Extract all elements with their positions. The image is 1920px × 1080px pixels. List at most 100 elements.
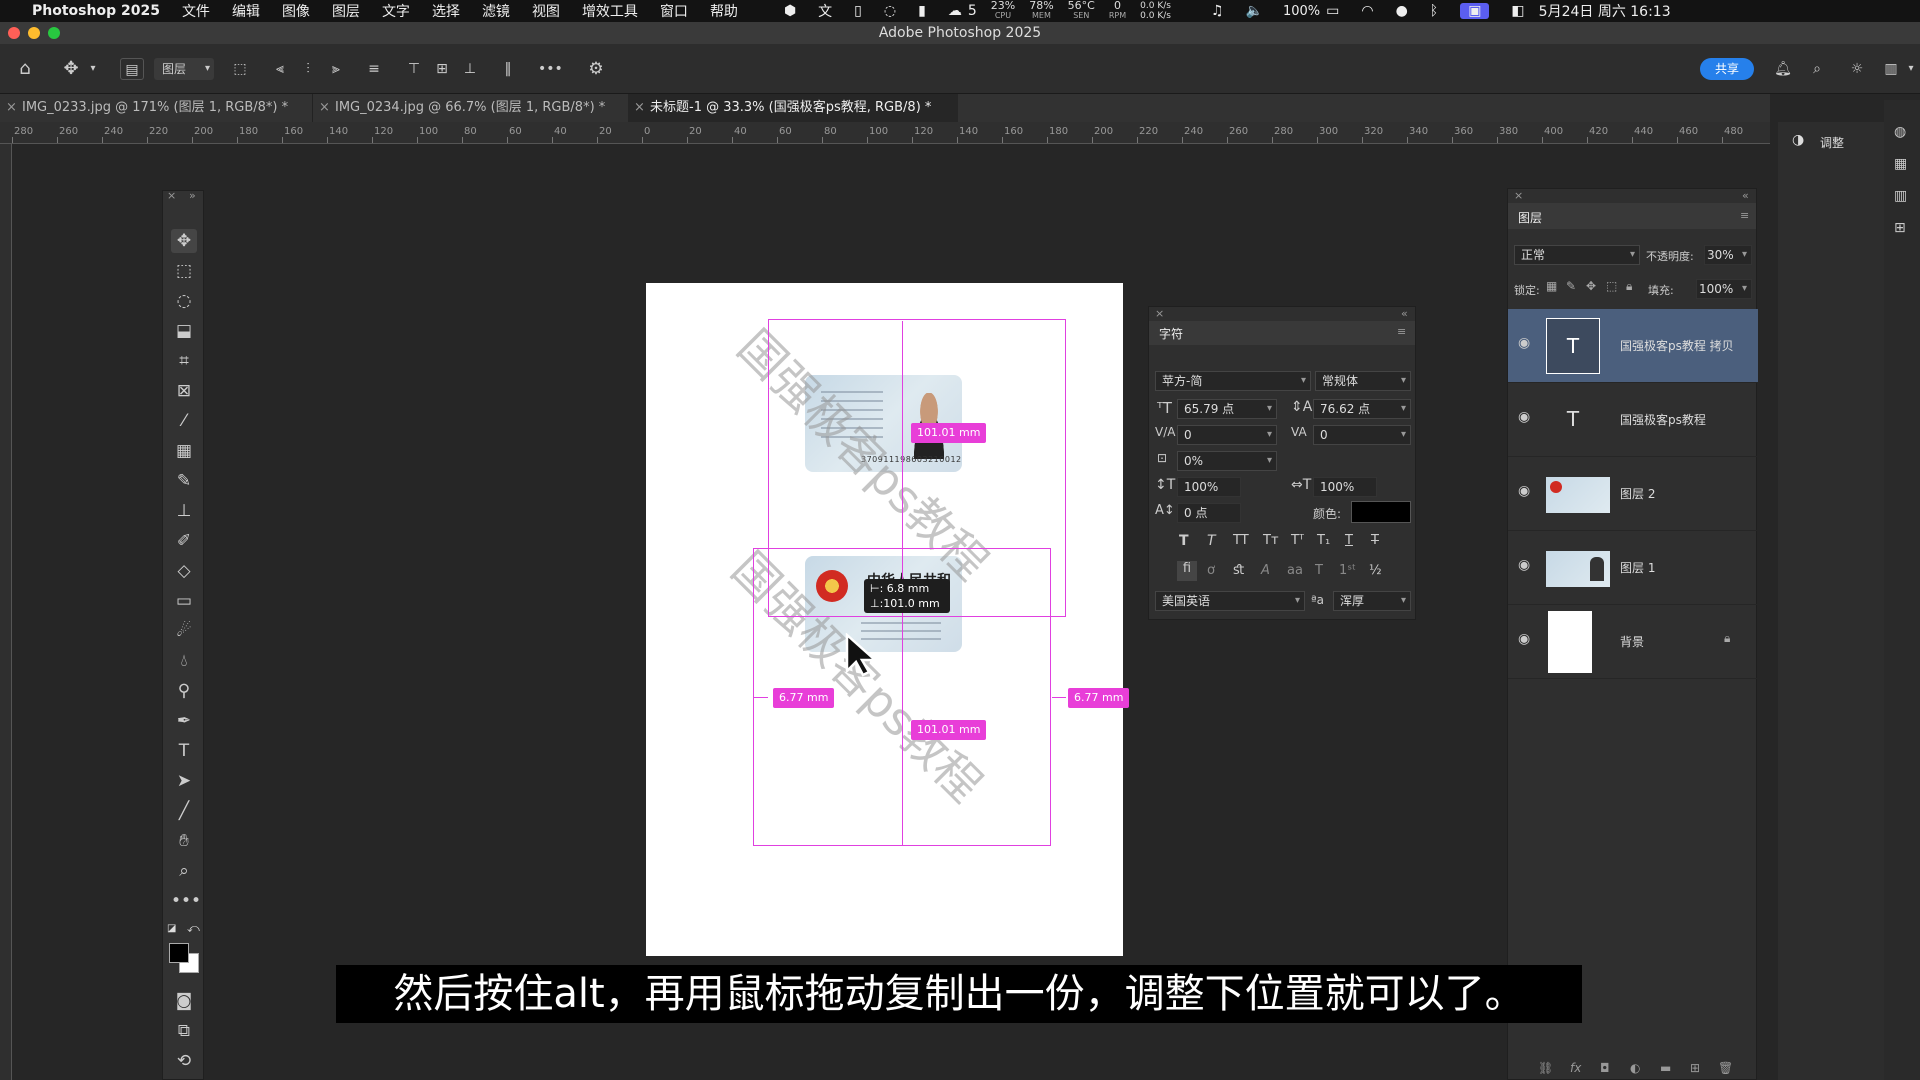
fill-input[interactable]: 100% ▾: [1696, 279, 1752, 299]
menu-plugins[interactable]: 增效工具: [582, 1, 638, 21]
workspace-chevron-icon[interactable]: ▾: [1904, 58, 1918, 80]
discover-lightbulb-icon[interactable]: ☼: [1846, 58, 1868, 80]
adjustments-panel-icon[interactable]: ◑: [1792, 132, 1804, 148]
move-tool-chevron-icon[interactable]: ▾: [86, 58, 100, 80]
strikethrough-icon[interactable]: T: [1371, 533, 1379, 548]
horizontal-scale-input[interactable]: 100%: [1313, 477, 1377, 497]
link-layers-icon[interactable]: ⛓: [1538, 1061, 1553, 1075]
close-tab-icon[interactable]: ×: [634, 94, 645, 122]
menu-layer[interactable]: 图层: [332, 1, 360, 21]
all-caps-icon[interactable]: TT: [1233, 533, 1249, 548]
font-size-input[interactable]: 65.79 点 ▾: [1177, 399, 1277, 419]
visibility-eye-icon[interactable]: ◉: [1518, 631, 1530, 647]
char-panel-title[interactable]: 字符: [1159, 325, 1183, 342]
more-tools-icon[interactable]: •••: [171, 889, 201, 913]
move-tool-icon[interactable]: ✥: [171, 229, 197, 253]
layer-name[interactable]: 国强极客ps教程: [1620, 411, 1706, 428]
gradients-icon[interactable]: ▥: [1894, 188, 1907, 204]
quick-mask-icon[interactable]: ◙: [171, 989, 197, 1013]
close-tab-icon[interactable]: ×: [319, 94, 330, 122]
line-tool-icon[interactable]: ╱: [171, 799, 197, 823]
eyedropper-tool-icon[interactable]: ⁄: [171, 409, 197, 433]
ordinals-icon[interactable]: 1ˢᵗ: [1339, 563, 1356, 578]
default-colors-icon[interactable]: ◪: [167, 923, 176, 934]
menu-filter[interactable]: 滤镜: [482, 1, 510, 21]
blur-tool-icon[interactable]: 💧︎: [171, 649, 197, 673]
adjustment-layer-icon[interactable]: ◐: [1630, 1061, 1640, 1075]
char-panel-menu-icon[interactable]: ≡: [1397, 325, 1406, 338]
align-vcenter-icon[interactable]: ⊞: [432, 58, 452, 80]
crop-tool-icon[interactable]: ⌗: [171, 349, 197, 373]
target-select[interactable]: 图层 ▾: [154, 58, 214, 80]
stylistic-alt-icon[interactable]: aa: [1287, 563, 1303, 578]
workspace-icon[interactable]: ▥: [1880, 58, 1902, 80]
gradient-tool-icon[interactable]: ▭: [171, 589, 197, 613]
music-icon[interactable]: ♫: [1211, 3, 1224, 19]
tab-untitled-1[interactable]: × 未标题-1 @ 33.3% (国强极客ps教程, RGB/8) *: [628, 94, 958, 122]
hand-tool-icon[interactable]: ✋︎: [171, 829, 197, 853]
document-canvas[interactable]: 370911198603210012 中华人民共和国 证 国强极客ps教程 国强…: [646, 283, 1130, 956]
lock-all-icon[interactable]: 🔒︎: [1626, 279, 1632, 294]
char-panel-close-icon[interactable]: ×: [1155, 307, 1164, 320]
char-panel-collapse-icon[interactable]: «: [1401, 307, 1408, 320]
close-tab-icon[interactable]: ×: [6, 94, 17, 122]
bell-icon[interactable]: 🔔︎: [1772, 58, 1794, 80]
visibility-eye-icon[interactable]: ◉: [1518, 557, 1530, 573]
close-window-icon[interactable]: [8, 27, 20, 39]
edit-toolbar-icon[interactable]: ⟲: [171, 1049, 197, 1073]
foreground-color-swatch[interactable]: [169, 943, 189, 963]
align-hcenter-icon[interactable]: ⫶: [298, 58, 318, 80]
menu-image[interactable]: 图像: [282, 1, 310, 21]
distribute-icon[interactable]: ≡: [364, 58, 384, 80]
lock-artboard-icon[interactable]: ⬚: [1606, 279, 1617, 293]
layers-panel-close-icon[interactable]: ×: [1514, 189, 1523, 202]
layers-panel-collapse-icon[interactable]: «: [1742, 189, 1749, 202]
settings-gear-icon[interactable]: ⚙: [584, 58, 608, 80]
brush-tool-icon[interactable]: ✎: [171, 469, 197, 493]
lock-transparent-icon[interactable]: ▦: [1546, 279, 1557, 293]
opacity-input[interactable]: 30% ▾: [1704, 245, 1752, 265]
layer-name[interactable]: 背景: [1620, 633, 1644, 650]
object-select-tool-icon[interactable]: ⬓: [171, 319, 197, 343]
more-options-icon[interactable]: •••: [538, 58, 563, 80]
fractions-icon[interactable]: ½: [1369, 563, 1382, 578]
menu-window[interactable]: 窗口: [660, 1, 688, 21]
tab-img-0233[interactable]: × IMG_0233.jpg @ 171% (图层 1, RGB/8*) *: [0, 94, 312, 122]
type-tool-icon[interactable]: T: [171, 739, 197, 763]
faux-bold-icon[interactable]: T: [1179, 533, 1189, 549]
small-caps-icon[interactable]: Tт: [1263, 533, 1279, 548]
patterns-icon[interactable]: ⊞: [1894, 220, 1906, 236]
underline-icon[interactable]: T: [1345, 533, 1353, 548]
layer-row-text-copy[interactable]: ◉ T 国强极客ps教程 拷贝: [1508, 309, 1758, 383]
add-mask-icon[interactable]: ◘: [1600, 1061, 1610, 1075]
app-menu[interactable]: Photoshop 2025: [32, 3, 160, 19]
bookmark-icon[interactable]: ▮: [918, 3, 926, 19]
wifi-icon[interactable]: ◠: [1361, 3, 1373, 19]
subscript-icon[interactable]: T₁: [1317, 533, 1330, 548]
st-ligature-icon[interactable]: ﬆ: [1233, 563, 1244, 578]
pen-tool-icon[interactable]: ✒: [171, 709, 197, 733]
align-bottom-icon[interactable]: ⊥: [460, 58, 480, 80]
layer-row-text[interactable]: ◉ T 国强极客ps教程: [1508, 383, 1758, 457]
layer-name[interactable]: 图层 1: [1620, 559, 1655, 576]
toolbar-close-icon[interactable]: ×: [167, 189, 176, 202]
kerning-input[interactable]: 0 ▾: [1177, 425, 1277, 445]
tracking-input[interactable]: 0 ▾: [1313, 425, 1411, 445]
language-select[interactable]: 美国英语 ▾: [1155, 591, 1305, 611]
smudge-tool-icon[interactable]: ☄: [171, 619, 197, 643]
antialias-select[interactable]: 浑厚 ▾: [1333, 591, 1411, 611]
distribute-v-icon[interactable]: ‖: [498, 58, 518, 80]
ligature-icon[interactable]: fi: [1177, 561, 1197, 581]
vertical-ruler[interactable]: [0, 144, 12, 1080]
layer-row-layer-1[interactable]: ◉ 图层 1: [1508, 531, 1758, 605]
zoom-tool-icon[interactable]: ⌕: [171, 859, 197, 883]
layers-panel-menu-icon[interactable]: ≡: [1740, 209, 1749, 222]
minimize-window-icon[interactable]: [28, 27, 40, 39]
baseline-shift-input[interactable]: 0 点: [1177, 503, 1241, 523]
align-top-icon[interactable]: ⊤: [404, 58, 424, 80]
eraser-tool-icon[interactable]: ◇: [171, 559, 197, 583]
font-style-select[interactable]: 常规体 ▾: [1315, 371, 1411, 391]
mouse-icon[interactable]: ▯: [854, 3, 862, 19]
menu-type[interactable]: 文字: [382, 1, 410, 21]
layer-name[interactable]: 国强极客ps教程 拷贝: [1620, 337, 1734, 354]
